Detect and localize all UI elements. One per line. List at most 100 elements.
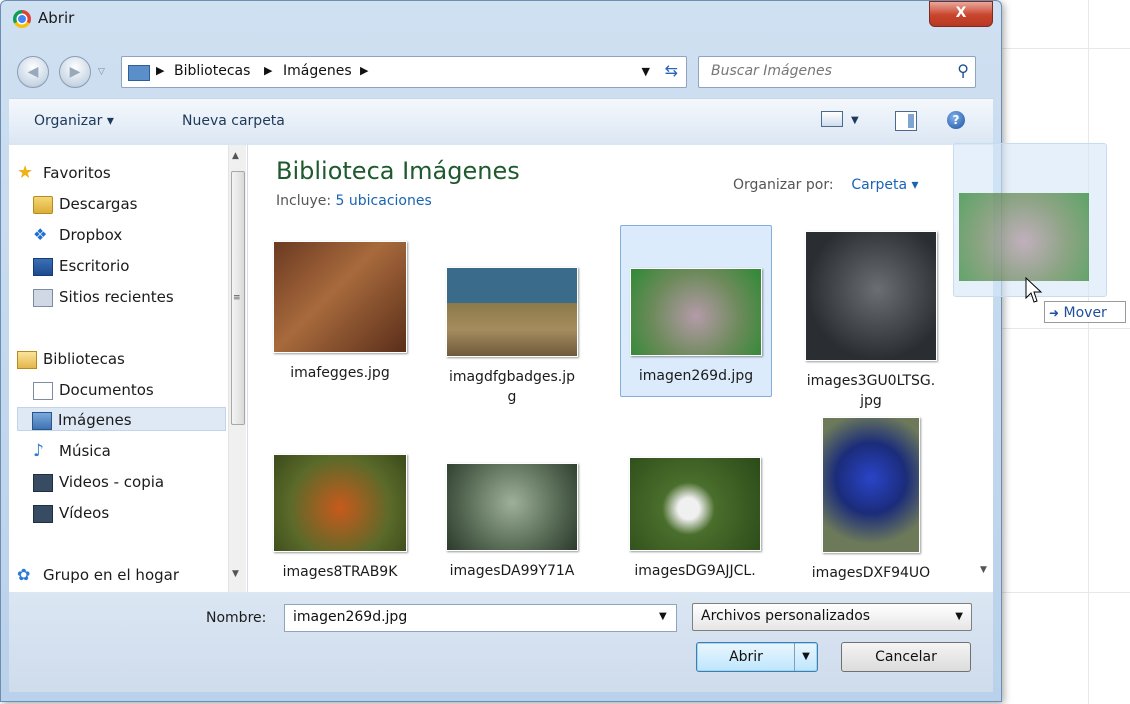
search-icon[interactable]: ⚲ (957, 61, 969, 80)
dropbox-icon: ❖ (33, 225, 48, 244)
file-type-select[interactable]: Archivos personalizados ▼ (692, 603, 972, 631)
back-button[interactable]: ◀ (17, 56, 49, 88)
library-locations-link[interactable]: 5 ubicaciones (336, 193, 432, 209)
sidebar-item-grupo-en-el-hogar[interactable]: ✿ Grupo en el hogar (17, 563, 179, 587)
video-icon (33, 474, 53, 492)
desktop-icon (33, 258, 53, 276)
scroll-up-icon[interactable]: ▲ (232, 151, 239, 161)
search-input[interactable]: Buscar Imágenes ⚲ (698, 56, 976, 88)
breadcrumb-separator-icon[interactable]: ▶ (156, 64, 164, 77)
file-thumbnail (630, 268, 762, 356)
downloads-folder-icon (33, 196, 53, 214)
recent-places-icon (33, 289, 53, 307)
preview-pane-icon[interactable] (895, 111, 917, 131)
view-dropdown-icon[interactable]: ▼ (851, 115, 859, 126)
file-item[interactable]: imagesDXF94UO (796, 417, 946, 583)
sidebar-item-descargas[interactable]: Descargas (33, 192, 137, 216)
file-name: imagdfgbadges.jpg (448, 369, 576, 405)
sidebar-item-musica[interactable]: ♪ Música (33, 439, 111, 463)
breadcrumb-separator-icon[interactable]: ▶ (264, 64, 272, 77)
arrange-by: Organizar por: Carpeta ▾ (733, 177, 919, 193)
sidebar-item-imagenes[interactable]: Imágenes (17, 407, 226, 431)
file-name: images8TRAB9K (282, 564, 398, 580)
move-arrow-icon: ➜ (1049, 306, 1060, 320)
filename-label: Nombre: (206, 610, 267, 626)
organize-menu[interactable]: Organizar ▾ (34, 113, 114, 129)
file-thumbnail (805, 231, 937, 361)
breadcrumb-separator-icon[interactable]: ▶ (360, 64, 368, 77)
navigation-bar: ◀ ▶ ▽ ▶ Bibliotecas ▶ Imágenes ▶ ▼ ⇆ Bus… (1, 48, 1001, 88)
refresh-icon[interactable]: ⇆ (665, 61, 678, 80)
address-dropdown-icon[interactable]: ▼ (642, 65, 650, 78)
file-thumbnail (273, 454, 407, 552)
sidebar-item-dropbox[interactable]: ❖ Dropbox (33, 223, 122, 247)
file-item[interactable]: imagesDA99Y71A (437, 463, 587, 581)
library-title: Biblioteca Imágenes (276, 157, 520, 185)
location-icon (128, 65, 150, 81)
filename-input[interactable]: imagen269d.jpg (284, 604, 677, 632)
forward-button[interactable]: ▶ (59, 56, 91, 88)
pictures-icon (32, 412, 52, 430)
sidebar-item-videos-copia[interactable]: Videos - copia (33, 470, 164, 494)
file-item-selected[interactable]: imagen269d.jpg (620, 225, 772, 397)
file-item[interactable]: imafegges.jpg (265, 241, 415, 383)
sidebar-item-favoritos[interactable]: ★ Favoritos (17, 161, 111, 185)
file-name: imagesDA99Y71A (449, 563, 575, 579)
open-button[interactable]: Abrir ▼ (696, 642, 818, 672)
drag-preview-image (959, 193, 1089, 281)
file-name: images3GU0LTSG.jpg (806, 373, 936, 409)
sidebar-item-sitios-recientes[interactable]: Sitios recientes (33, 285, 174, 309)
toolbar: Organizar ▾ Nueva carpeta ▼ ? (9, 98, 993, 146)
breadcrumb-bibliotecas[interactable]: Bibliotecas (174, 63, 250, 79)
file-thumbnail (822, 417, 920, 553)
file-name: imagesDXF94UO (811, 565, 931, 581)
drag-tooltip: ➜ Mover (1044, 301, 1126, 323)
address-bar[interactable]: ▶ Bibliotecas ▶ Imágenes ▶ ▼ ⇆ (121, 56, 687, 88)
cancel-button[interactable]: Cancelar (841, 642, 971, 672)
chrome-icon (13, 10, 31, 28)
title-bar: Abrir X (1, 1, 1001, 35)
sidebar-item-bibliotecas[interactable]: Bibliotecas (17, 347, 125, 371)
filename-dropdown-icon[interactable]: ▼ (659, 611, 667, 622)
scroll-down-icon[interactable]: ▼ (980, 565, 987, 575)
sidebar-item-escritorio[interactable]: Escritorio (33, 254, 129, 278)
music-icon: ♪ (33, 441, 44, 461)
chevron-down-icon[interactable]: ▼ (955, 611, 963, 622)
help-icon[interactable]: ? (947, 111, 965, 129)
library-includes: Incluye: 5 ubicaciones (276, 193, 432, 209)
breadcrumb-imagenes[interactable]: Imágenes (283, 63, 352, 79)
navigation-pane: ★ Favoritos Descargas ❖ Dropbox Escritor… (9, 145, 248, 592)
file-thumbnail (629, 457, 761, 551)
file-thumbnail (273, 241, 407, 353)
navigation-scrollbar[interactable]: ▲ ≡ ▼ (228, 145, 246, 592)
window-title: Abrir (38, 9, 75, 27)
library-icon (17, 351, 37, 369)
open-file-dialog: Abrir X ◀ ▶ ▽ ▶ Bibliotecas ▶ Imágenes ▶… (0, 0, 1002, 702)
star-icon: ★ (17, 162, 34, 183)
file-thumbnail (446, 267, 578, 357)
video-icon (33, 505, 53, 523)
homegroup-icon: ✿ (17, 565, 31, 584)
file-item[interactable]: images3GU0LTSG.jpg (796, 231, 946, 411)
documents-icon (33, 382, 53, 400)
arrange-by-dropdown[interactable]: Carpeta ▾ (851, 177, 918, 193)
new-folder-button[interactable]: Nueva carpeta (182, 113, 285, 129)
close-button[interactable]: X (929, 1, 993, 27)
file-thumbnail (446, 463, 578, 551)
file-item[interactable]: images8TRAB9K (265, 454, 415, 582)
file-name: imagen269d.jpg (638, 368, 754, 384)
sidebar-item-videos[interactable]: Vídeos (33, 501, 109, 525)
scroll-grip-icon: ≡ (233, 293, 241, 303)
file-item[interactable]: imagesDG9AJJCL. (620, 457, 770, 581)
file-name: imagesDG9AJJCL. (634, 563, 756, 579)
recent-pages-dropdown-icon[interactable]: ▽ (98, 67, 105, 77)
file-item[interactable]: imagdfgbadges.jpg (437, 241, 587, 407)
mouse-cursor-icon (1025, 277, 1043, 303)
search-placeholder: Buscar Imágenes (711, 63, 832, 79)
dialog-footer: Nombre: imagen269d.jpg ▼ Archivos person… (9, 592, 993, 692)
file-name: imafegges.jpg (290, 365, 390, 381)
open-options-dropdown-icon[interactable]: ▼ (794, 643, 817, 671)
scroll-down-icon[interactable]: ▼ (232, 569, 239, 579)
change-view-icon[interactable] (821, 111, 843, 127)
sidebar-item-documentos[interactable]: Documentos (33, 378, 154, 402)
